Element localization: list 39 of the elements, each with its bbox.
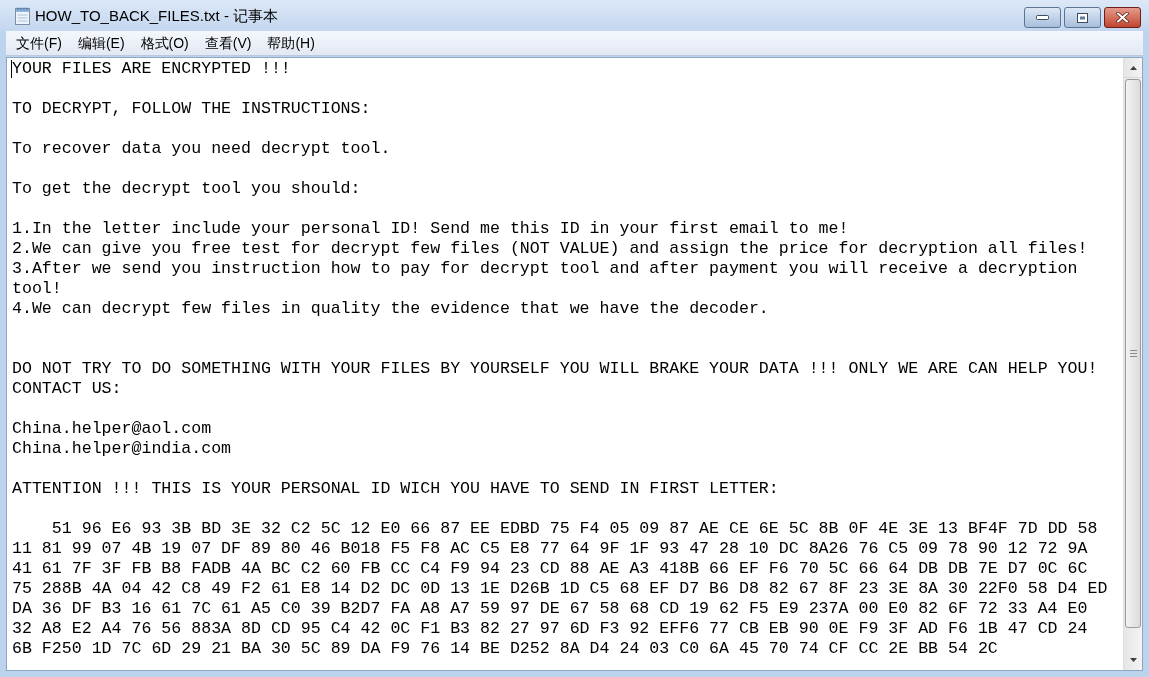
minimize-button[interactable] — [1024, 7, 1061, 28]
document-line: 11 81 99 07 4B 19 07 DF 89 80 46 B018 F5 F8 AC C5 E8 77 64 9F 1F 93 47 28 10 DC 8A26 76 C5 09 78 90 12 72 9A — [12, 539, 1088, 559]
window-title: HOW_TO_BACK_FILES.txt - 记事本 — [35, 8, 279, 23]
document-line: 2.We can give you free test for decrypt few files (NOT VALUE) and assign the price for decryption all files! — [12, 239, 1088, 259]
document-line: 6B F250 1D 7C 6D 29 21 BA 30 5C 89 DA F9 76 14 BE D252 8A D4 24 03 C0 6A 45 70 74 CF CC 2E BB 54 2C — [12, 639, 998, 659]
maximize-icon — [1077, 12, 1088, 23]
scrollbar-thumb[interactable] — [1125, 79, 1141, 628]
document-line: China.helper@india.com — [12, 439, 232, 459]
menu-item[interactable]: 文件(F) — [8, 32, 70, 54]
grip-icon — [1129, 350, 1137, 357]
text-cursor — [11, 60, 12, 78]
document-line: DA 36 DF B3 16 61 7C 61 A5 C0 39 B2D7 FA A8 A7 59 97 DE 67 58 68 CD 19 62 F5 E9 237A 00 E0 82 6F 72 33 A4 E0 — [12, 599, 1088, 619]
menu-item[interactable]: 查看(V) — [196, 32, 260, 54]
menu-item[interactable]: 编辑(E) — [69, 32, 133, 54]
document-line: CONTACT US: — [12, 379, 122, 399]
maximize-button[interactable] — [1064, 7, 1101, 28]
document-line: 1.In the letter include your personal ID! Send me this ID in your first email to me! — [12, 219, 849, 239]
document-line: To get the decrypt tool you should: — [12, 179, 361, 199]
menu-item[interactable]: 帮助(H) — [259, 32, 323, 54]
document-line: DO NOT TRY TO DO SOMETHING WITH YOUR FILES BY YOURSELF YOU WILL BRAKE YOUR DATA !!! ONLY WE ARE CAN HELP YOU! — [12, 359, 1098, 379]
document-line: 41 61 7F 3F FB B8 FADB 4A BC C2 60 FB CC C4 F9 94 23 CD 88 AE A3 418B 66 EF F6 70 5C 66 64 DB DB 7E D7 0C 6C — [12, 559, 1088, 579]
up-arrow-icon — [1129, 65, 1137, 70]
close-icon — [1116, 12, 1129, 23]
document-line: YOUR FILES ARE ENCRYPTED !!! — [12, 59, 291, 79]
document-line: 75 288B 4A 04 42 C8 49 F2 61 E8 14 D2 DC 0D 13 1E D26B 1D C5 68 EF D7 B6 D8 82 67 8F 23 3E 8A 30 22F0 58 D4 ED — [12, 579, 1108, 599]
document-line: TO DECRYPT, FOLLOW THE INSTRUCTIONS: — [12, 99, 371, 119]
menu-item[interactable]: 格式(O) — [132, 32, 197, 54]
close-button[interactable] — [1104, 7, 1141, 28]
document-line: 32 A8 E2 A4 76 56 883A 8D CD 95 C4 42 0C F1 B3 82 27 97 6D F3 92 EFF6 77 CB EB 90 0E F9 3F AD F6 1B 47 CD 24 — [12, 619, 1088, 639]
document-line: 51 96 E6 93 3B BD 3E 32 C2 5C 12 E0 66 87 EE EDBD 75 F4 05 09 87 AE CE 6E 5C 8B 0F 4E 3E 13 BF4F 7D DD 58 — [50, 519, 1098, 539]
document-line: 3.After we send you instruction how to pay for decrypt tool and after payment you will receive a decryption tool! — [12, 259, 1079, 299]
document-line: China.helper@aol.com — [12, 419, 212, 439]
vertical-scrollbar[interactable] — [1123, 58, 1142, 670]
document-line: To recover data you need decrypt tool. — [12, 139, 391, 159]
notepad-icon — [15, 6, 30, 25]
minimize-icon — [1036, 15, 1049, 20]
document-line: ATTENTION !!! THIS IS YOUR PERSONAL ID WICH YOU HAVE TO SEND IN FIRST LETTER: — [12, 479, 779, 499]
document-line: 4.We can decrypt few files in quality the evidence that we have the decoder. — [12, 299, 769, 319]
down-arrow-icon — [1129, 658, 1137, 662]
